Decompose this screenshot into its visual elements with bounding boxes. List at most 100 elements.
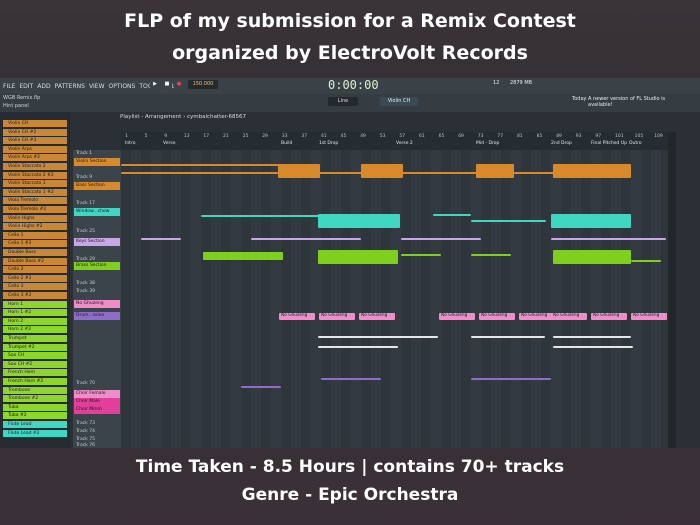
stop-button[interactable]: ■	[162, 80, 172, 89]
record-button[interactable]: ●	[174, 80, 184, 89]
snap-mode-select[interactable]: Line	[328, 97, 358, 106]
play-button[interactable]: ▶	[150, 80, 160, 89]
channel-17[interactable]: Double Bass #2	[3, 257, 67, 265]
pattern-clip[interactable]: No Ghuzeng	[279, 313, 315, 320]
timeline-ruler[interactable]: 1 5 9 13 17 21 25 29 33 37 41 45 49 53 57 61 65 69 73 77 81 8…	[121, 132, 668, 150]
channel-19[interactable]: Cello 2 #2	[3, 274, 67, 282]
pattern-clip[interactable]: No Ghuzeng	[631, 313, 667, 320]
track-header[interactable]: Track 76	[74, 442, 120, 448]
marker-7[interactable]: Final Pitched Up	[591, 141, 627, 146]
channel-7[interactable]: Violin Staccato 2 #2	[3, 171, 67, 179]
channel-3[interactable]: Violin CH #3	[3, 137, 67, 145]
pattern-clip[interactable]	[471, 378, 551, 380]
channel-13[interactable]: Violin Highs #2	[3, 223, 67, 231]
channel-6[interactable]: Violin Staccato 2	[3, 163, 67, 170]
menu-patterns[interactable]: PATTERNS	[55, 83, 85, 90]
channel-14[interactable]: Cello 1	[3, 231, 67, 239]
channel-2[interactable]: Violin CH #2	[3, 128, 67, 136]
pattern-clip[interactable]	[318, 172, 608, 174]
track-header[interactable]: Track 70	[74, 380, 120, 388]
channel-28[interactable]: Sax CH	[3, 352, 67, 360]
channel-24[interactable]: Horn 2	[3, 317, 67, 325]
track-header[interactable]: Track 25	[74, 228, 120, 236]
channel-9[interactable]: Violin Staccato 1 #2	[3, 188, 67, 196]
track-header[interactable]: Track 17	[74, 200, 120, 208]
pattern-clip[interactable]: No Ghuzeng	[591, 313, 627, 320]
pattern-clip[interactable]	[251, 238, 361, 240]
channel-36[interactable]: Flute Lead	[3, 421, 67, 428]
menu-edit[interactable]: EDIT	[19, 83, 33, 90]
track-header[interactable]: Brass Section	[74, 262, 120, 270]
channel-10[interactable]: Viola Tremolo	[3, 197, 67, 205]
pattern-clip[interactable]	[241, 386, 281, 388]
channel-35[interactable]: Tuba #2	[3, 412, 67, 420]
channel-29[interactable]: Sax CH #2	[3, 360, 67, 368]
menu-options[interactable]: OPTIONS	[109, 83, 136, 90]
track-header[interactable]: Window...chow	[74, 208, 120, 216]
news-text[interactable]: A newer version of FL Studio is availabl…	[588, 96, 668, 108]
pattern-selector[interactable]: Violin CH	[380, 97, 418, 106]
pattern-clip[interactable]	[553, 336, 631, 338]
marker-3[interactable]: 1st Drop	[319, 141, 338, 146]
pattern-clip[interactable]	[318, 250, 398, 264]
marker-1[interactable]: Verse	[163, 141, 175, 146]
marker-6[interactable]: 2nd Drop	[551, 141, 572, 146]
channel-5[interactable]: Violin Arps #2	[3, 154, 67, 162]
pattern-clip[interactable]	[631, 260, 661, 262]
channel-31[interactable]: French Horn #2	[3, 378, 67, 385]
menu-file[interactable]: FILE	[3, 83, 15, 90]
pattern-clip[interactable]	[318, 346, 398, 348]
track-header[interactable]: Choir Female	[74, 390, 120, 398]
channel-34[interactable]: Tuba	[3, 403, 67, 411]
pattern-clip[interactable]	[203, 252, 283, 260]
pattern-clip[interactable]	[318, 214, 400, 228]
pattern-clip[interactable]: No Ghuzeng	[439, 313, 475, 320]
track-header[interactable]: Track 74	[74, 428, 120, 436]
channel-27[interactable]: Trumpet #2	[3, 343, 67, 351]
pattern-clip[interactable]	[551, 238, 666, 240]
pattern-clip[interactable]: No Ghuzeng	[519, 313, 555, 320]
pattern-clip[interactable]: No Ghuzeng	[479, 313, 515, 320]
pattern-clip[interactable]: No Ghuzeng	[359, 313, 395, 320]
pattern-clip[interactable]	[471, 336, 545, 338]
menu-add[interactable]: ADD	[37, 83, 50, 90]
marker-0[interactable]: Intro	[125, 141, 135, 146]
marker-8[interactable]: Outro	[629, 141, 642, 146]
track-header[interactable]: Drum...ssion	[74, 312, 120, 320]
channel-21[interactable]: Cello 3 #2	[3, 292, 67, 299]
pattern-clip[interactable]: No Ghuzeng	[551, 313, 587, 320]
pattern-clip[interactable]	[141, 238, 181, 240]
pattern-clip[interactable]: No Ghuzeng	[319, 313, 355, 320]
marker-2[interactable]: Build	[281, 141, 292, 146]
pattern-clip[interactable]	[553, 346, 633, 348]
channel-37[interactable]: Flute Lead #2	[3, 429, 67, 437]
track-header[interactable]: Choir Male	[74, 398, 120, 406]
channel-15[interactable]: Cello 1 #2	[3, 240, 67, 248]
track-header[interactable]: Track 38	[74, 280, 120, 288]
pattern-clip[interactable]	[551, 214, 631, 228]
channel-1[interactable]: Violin CH	[3, 120, 67, 127]
pattern-clip[interactable]	[401, 238, 481, 240]
pattern-clip[interactable]	[278, 164, 320, 178]
track-header[interactable]: Track 39	[74, 288, 120, 296]
channel-32[interactable]: Trombone	[3, 386, 67, 394]
playlist-grid[interactable]: No Ghuzeng No Ghuzeng No Ghuzeng No Ghuzeng…	[121, 150, 668, 448]
channel-22[interactable]: Horn 1	[3, 300, 67, 308]
playlist-scrollbar[interactable]	[668, 132, 676, 448]
pattern-clip[interactable]	[476, 164, 514, 178]
track-header[interactable]: No Ghuzeng	[74, 300, 120, 308]
marker-5[interactable]: Mid - Drop	[476, 141, 499, 146]
channel-25[interactable]: Horn 2 #2	[3, 326, 67, 334]
pattern-clip[interactable]	[553, 250, 631, 264]
pattern-clip[interactable]	[401, 254, 441, 256]
track-header[interactable]: Choir Mmm	[74, 406, 120, 414]
pattern-clip[interactable]	[318, 336, 438, 338]
track-header[interactable]: Violin Section	[74, 158, 120, 166]
track-header[interactable]: Track 1	[74, 150, 120, 158]
channel-30[interactable]: French Horn	[3, 369, 67, 377]
pattern-clip[interactable]	[201, 215, 321, 217]
channel-16[interactable]: Double Bass	[3, 249, 67, 256]
pattern-clip[interactable]	[471, 220, 546, 222]
channel-8[interactable]: Violin Staccato 1	[3, 180, 67, 188]
channel-33[interactable]: Trombone #2	[3, 395, 67, 403]
